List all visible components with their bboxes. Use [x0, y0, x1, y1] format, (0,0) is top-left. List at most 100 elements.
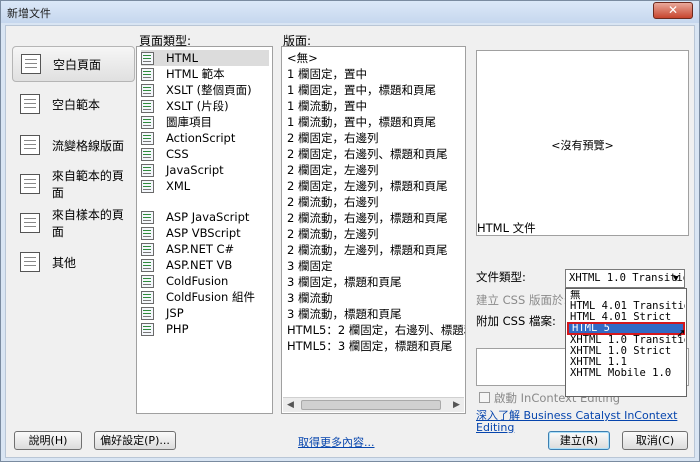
title-bar: 新增文件 ✕ — [1, 1, 699, 23]
category-blank-page[interactable]: 空白頁面 — [12, 46, 135, 82]
page-type-item[interactable]: ASP VBScript — [141, 225, 241, 241]
scroll-thumb[interactable] — [301, 400, 441, 410]
layout-item[interactable]: 2 欄固定，右邊列、標題和頁尾 — [287, 146, 447, 162]
layout-item[interactable]: 1 欄固定，置中 — [287, 66, 367, 82]
page-type-item[interactable]: ASP.NET VB — [141, 257, 232, 273]
page-type-item[interactable]: HTML — [141, 50, 269, 66]
layout-item[interactable]: 2 欄固定，左邊列 — [287, 162, 378, 178]
layout-item[interactable]: 2 欄流動，左邊列，標題和頁尾 — [287, 242, 447, 258]
incontext-checkbox[interactable] — [479, 392, 490, 403]
doctype-select[interactable]: XHTML 1.0 Transitio ▼ — [565, 269, 685, 288]
fluid-grid-icon — [20, 135, 40, 155]
page-type-item[interactable]: JavaScript — [141, 162, 224, 178]
file-icon — [141, 83, 154, 97]
page-type-item[interactable]: PHP — [141, 321, 189, 337]
mouse-cursor-icon: ➚ — [676, 326, 687, 340]
file-icon — [141, 51, 154, 65]
file-icon — [141, 115, 154, 129]
attach-css-label: 附加 CSS 檔案: — [476, 314, 556, 328]
file-icon — [141, 99, 154, 113]
category-other[interactable]: 其他 — [12, 244, 135, 280]
help-button[interactable]: 說明(H) — [14, 431, 82, 450]
category-page-from-sample[interactable]: 來自樣本的頁面 — [12, 205, 135, 241]
doctype-option[interactable]: HTML 4.01 Transitional — [567, 301, 685, 312]
file-icon — [141, 258, 154, 272]
category-label: 空白頁面 — [53, 57, 102, 72]
file-icon — [141, 210, 154, 224]
doctype-option[interactable]: 無 — [567, 290, 685, 301]
file-icon — [141, 226, 154, 240]
file-icon — [141, 131, 154, 145]
preview-pane: <沒有預覽> — [476, 50, 689, 236]
page-type-item[interactable]: XML — [141, 178, 190, 194]
category-blank-template[interactable]: 空白範本 — [12, 86, 135, 122]
get-more-content-link[interactable]: 取得更多內容... — [298, 434, 375, 450]
layout-item[interactable]: 3 欄固定 — [287, 258, 332, 274]
category-label: 流變格線版面 — [52, 138, 125, 153]
layout-item[interactable]: 1 欄固定，置中，標題和頁尾 — [287, 82, 436, 98]
category-fluid-grid[interactable]: 流變格線版面 — [12, 127, 135, 163]
page-type-item[interactable]: ColdFusion — [141, 273, 228, 289]
file-icon — [141, 242, 154, 256]
page-from-template-icon — [20, 174, 40, 194]
preview-description: HTML 文件 — [477, 221, 536, 235]
page-type-item[interactable]: ActionScript — [141, 130, 235, 146]
other-icon — [20, 252, 40, 272]
page-type-item[interactable]: HTML 範本 — [141, 66, 225, 82]
doctype-option[interactable]: XHTML 1.0 Strict — [567, 346, 685, 357]
page-type-item[interactable]: ASP JavaScript — [141, 209, 249, 225]
close-button[interactable]: ✕ — [653, 2, 693, 19]
page-type-item[interactable]: 圖庫項目 — [141, 114, 212, 130]
layout-item[interactable]: 1 欄流動，置中 — [287, 98, 367, 114]
category-label: 空白範本 — [52, 97, 101, 112]
category-page-from-template[interactable]: 來自範本的頁面 — [12, 166, 135, 202]
layout-item[interactable]: HTML5：2 欄固定，右邊列、標題和頁尾 — [287, 322, 465, 338]
layout-item[interactable]: 2 欄固定，右邊列 — [287, 130, 378, 146]
page-type-list[interactable]: HTML HTML 範本 XSLT (整個頁面) XSLT (片段) 圖庫項目 … — [136, 46, 273, 414]
scroll-right-icon[interactable]: ▶ — [449, 398, 464, 412]
layout-item[interactable]: <無> — [287, 50, 318, 66]
doctype-option[interactable]: XHTML 1.0 Transitional — [567, 335, 685, 346]
page-type-item[interactable]: XSLT (整個頁面) — [141, 82, 252, 98]
css-layout-label: 建立 CSS 版面於: — [476, 293, 568, 307]
layout-item[interactable]: 3 欄流動，標題和頁尾 — [287, 306, 401, 322]
no-preview-text: <沒有預覽> — [551, 139, 614, 152]
doctype-option-selected[interactable]: HTML 5 — [567, 322, 685, 335]
create-button[interactable]: 建立(R) — [548, 431, 610, 450]
file-icon — [141, 147, 154, 161]
doctype-value: XHTML 1.0 Transitio — [569, 272, 685, 284]
page-type-item[interactable]: ASP.NET C# — [141, 241, 234, 257]
layout-item[interactable]: 1 欄流動，置中，標題和頁尾 — [287, 114, 436, 130]
dialog-body: 空白頁面 空白範本 流變格線版面 來自範本的頁面 來自樣本的頁面 其他 頁面類型… — [5, 25, 695, 458]
layout-item[interactable]: 2 欄流動，右邊列，標題和頁尾 — [287, 210, 447, 226]
file-icon — [141, 322, 154, 336]
file-icon — [141, 306, 154, 320]
layout-item[interactable]: 3 欄固定，標題和頁尾 — [287, 274, 401, 290]
learn-more-link-cont[interactable]: Editing — [476, 421, 514, 434]
chevron-down-icon[interactable]: ▼ — [670, 271, 682, 287]
doctype-label: 文件類型: — [476, 270, 526, 284]
preferences-button[interactable]: 偏好設定(P)... — [94, 431, 176, 450]
doctype-dropdown[interactable]: 無 HTML 4.01 Transitional HTML 4.01 Stric… — [565, 288, 687, 397]
scroll-left-icon[interactable]: ◀ — [283, 398, 298, 412]
page-type-item[interactable]: ColdFusion 組件 — [141, 289, 255, 305]
layout-item[interactable]: 3 欄流動 — [287, 290, 332, 306]
layout-item[interactable]: 2 欄流動，左邊列 — [287, 226, 378, 242]
page-type-item[interactable]: JSP — [141, 305, 184, 321]
category-label: 來自範本的頁面 — [51, 169, 124, 200]
layout-item[interactable]: HTML5：3 欄固定，標題和頁尾 — [287, 338, 452, 354]
layout-item[interactable]: 2 欄流動，右邊列 — [287, 194, 378, 210]
layout-list[interactable]: <無> 1 欄固定，置中 1 欄固定，置中，標題和頁尾 1 欄流動，置中 1 欄… — [281, 46, 466, 414]
cancel-button[interactable]: 取消(C) — [622, 431, 688, 450]
file-icon — [141, 67, 154, 81]
horizontal-scrollbar[interactable]: ◀ ▶ — [283, 397, 464, 412]
file-icon — [141, 274, 154, 288]
blank-template-icon — [20, 94, 40, 114]
doctype-option[interactable]: XHTML Mobile 1.0 — [567, 368, 685, 379]
blank-page-icon — [21, 54, 41, 74]
doctype-option[interactable]: XHTML 1.1 — [567, 357, 685, 368]
page-type-item[interactable]: CSS — [141, 146, 189, 162]
page-type-item[interactable]: XSLT (片段) — [141, 98, 229, 114]
category-label: 來自樣本的頁面 — [51, 208, 124, 239]
layout-item[interactable]: 2 欄固定，左邊列，標題和頁尾 — [287, 178, 447, 194]
